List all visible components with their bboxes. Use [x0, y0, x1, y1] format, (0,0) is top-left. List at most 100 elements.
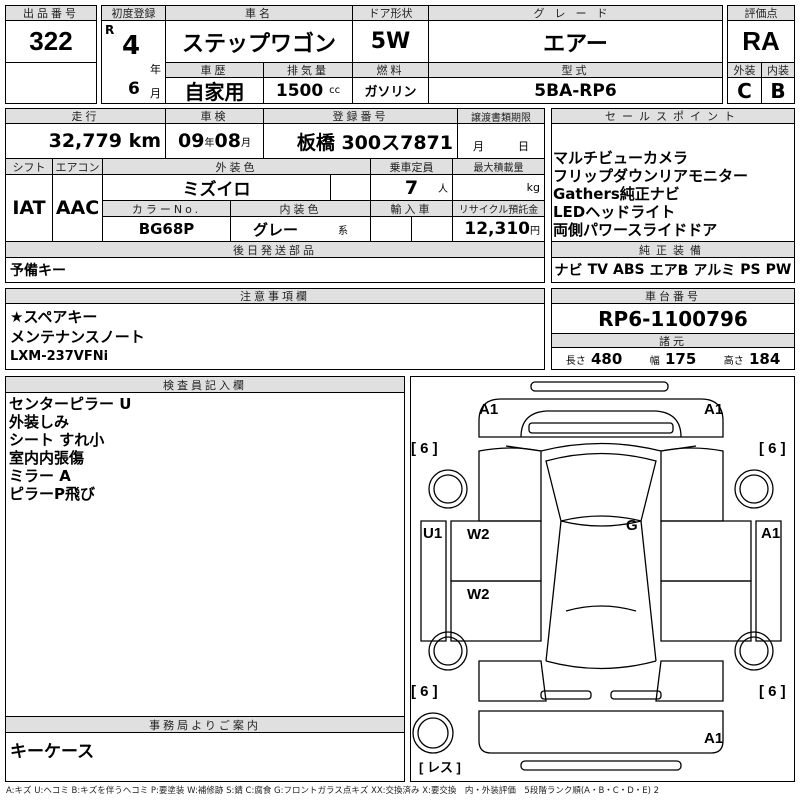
- recycle-unit: 円: [530, 225, 540, 237]
- int-color-value: グレー: [252, 220, 298, 239]
- displacement-unit: cc: [329, 85, 341, 96]
- chassis-number: RP6-1100796: [551, 303, 795, 334]
- sales-points-label: セールスポイント: [551, 108, 795, 124]
- equipment-item: TV: [587, 262, 608, 278]
- note-item: ★スペアキー: [10, 308, 98, 326]
- note-item: メンテナンスノート: [10, 328, 145, 346]
- inspector-label: 検査員記入欄: [5, 376, 405, 393]
- recycle-value: 12,310: [464, 219, 530, 239]
- int-score-label: 内装: [761, 62, 795, 78]
- inspector-item: ピラーP飛び: [9, 485, 95, 503]
- chassis-label: 車台番号: [551, 288, 795, 304]
- notes: ★スペアキー メンテナンスノート LXM-237VFNi: [5, 303, 545, 370]
- import-cell-2: [411, 216, 453, 242]
- inspector-item: ミラー A: [9, 467, 71, 485]
- capacity-value: 7: [404, 176, 419, 199]
- inspection-label: 車検: [165, 108, 264, 124]
- capacity-unit: 人: [438, 184, 448, 195]
- equipment-item: ABS: [613, 262, 645, 278]
- recycle-fee: 12,310 円: [452, 216, 545, 242]
- color-no: BG68P: [102, 216, 231, 242]
- length-label: 長さ: [565, 355, 586, 367]
- first-reg-cell: R 4 年 6 月: [101, 20, 166, 104]
- height-label: 高さ: [723, 355, 744, 367]
- sales-points-list: マルチビューカメラ フリップダウンリアモニター Gathers純正ナビ LEDヘ…: [553, 149, 748, 239]
- ext-score-label: 外装: [727, 62, 762, 78]
- transfer-label: 譲渡書類期限: [457, 108, 545, 124]
- width-label: 幅: [649, 355, 660, 367]
- ext-score: C: [727, 77, 762, 104]
- notes-list: ★スペアキー メンテナンスノート LXM-237VFNi: [10, 307, 145, 367]
- specs: 長さ 480 幅 175 高さ 184: [551, 347, 795, 370]
- sales-point: LEDヘッドライト: [553, 203, 676, 221]
- damage-mark: [ レス ]: [419, 760, 461, 775]
- score: RA: [727, 20, 795, 63]
- damage-mark: A1: [704, 730, 724, 747]
- damage-mark: [ 6 ]: [759, 683, 786, 700]
- later-parts-label: 後日発送部品: [5, 241, 545, 258]
- car-name-label: 車名: [165, 5, 353, 21]
- score-label: 評価点: [727, 5, 795, 21]
- capacity: 7 人: [370, 174, 453, 201]
- blank-cell: [330, 174, 371, 201]
- int-color-unit: 系: [338, 225, 348, 237]
- transfer-date: 月日: [457, 123, 545, 159]
- damage-mark: A1: [479, 401, 499, 418]
- car-outline: [412, 381, 782, 771]
- month-unit: 月: [473, 140, 484, 153]
- damage-mark: W2: [467, 526, 490, 543]
- damage-mark: G: [626, 517, 638, 534]
- displacement-value: 1500: [275, 80, 324, 101]
- equipment-label: 純正装備: [551, 241, 795, 258]
- later-parts: 予備キー: [5, 257, 545, 283]
- width: 175: [664, 349, 697, 368]
- equipment-item: アルミ: [693, 263, 736, 279]
- year-unit: 年: [150, 63, 161, 76]
- inspection-date: 09 年 08 月: [165, 123, 264, 159]
- length: 480: [590, 349, 623, 368]
- history: 自家用: [165, 77, 264, 104]
- office-note: キーケース: [5, 732, 405, 782]
- model-code: 5BA-RP6: [428, 77, 723, 104]
- ac-label: エアコン: [52, 158, 103, 175]
- mileage-value: 32,779: [48, 130, 122, 152]
- fuel-label: 燃料: [352, 62, 429, 78]
- car-diagram: A1 A1 [ 6 ] [ 6 ] U1 W2 G A1 W2 [ 6 ] [ …: [410, 376, 795, 782]
- max-load-label: 最大積載量: [452, 158, 545, 175]
- equipment-item: PS: [740, 262, 761, 278]
- equipment-item: ナビ: [554, 263, 583, 279]
- month-unit: 月: [240, 137, 251, 149]
- damage-mark: A1: [704, 401, 724, 418]
- car-name: ステップワゴン: [165, 20, 353, 63]
- int-color-label: 内装色: [230, 200, 371, 217]
- inspection-month: 08: [214, 130, 241, 152]
- inspector-item: 外装しみ: [9, 413, 70, 431]
- plate-label: 登録番号: [263, 108, 458, 124]
- lot-label: 出品番号: [5, 5, 97, 21]
- int-score: B: [761, 77, 795, 104]
- int-color: グレー 系: [230, 216, 371, 242]
- ext-color: ミズイロ: [102, 174, 331, 201]
- year-unit: 年: [204, 137, 215, 149]
- grade-label: グレード: [428, 5, 723, 21]
- first-reg-label: 初度登録: [101, 5, 166, 21]
- notes-label: 注意事項欄: [5, 288, 545, 304]
- history-label: 車歴: [165, 62, 264, 78]
- ac: AAC: [52, 174, 103, 242]
- damage-mark: U1: [423, 525, 443, 542]
- damage-mark: [ 6 ]: [411, 683, 438, 700]
- door-label: ドア形状: [352, 5, 429, 21]
- month-unit: 月: [150, 87, 161, 100]
- plate-number: 板橋 300ス7871: [263, 123, 458, 159]
- sales-points: マルチビューカメラ フリップダウンリアモニター Gathers純正ナビ LEDヘ…: [551, 123, 795, 242]
- recycle-label: リサイクル預託金: [452, 200, 545, 217]
- inspector-list: センターピラー U 外装しみ シート すれ小 室内内張傷 ミラー A ピラーP飛…: [9, 395, 131, 503]
- mileage-unit: km: [128, 130, 161, 152]
- lot-blank: [5, 62, 97, 104]
- day-unit: 日: [518, 140, 529, 153]
- equipment-item: エアB: [649, 263, 689, 279]
- mileage: 32,779 km: [5, 123, 166, 159]
- displacement-label: 排気量: [263, 62, 353, 78]
- damage-mark: A1: [761, 525, 781, 542]
- damage-mark: W2: [467, 586, 490, 603]
